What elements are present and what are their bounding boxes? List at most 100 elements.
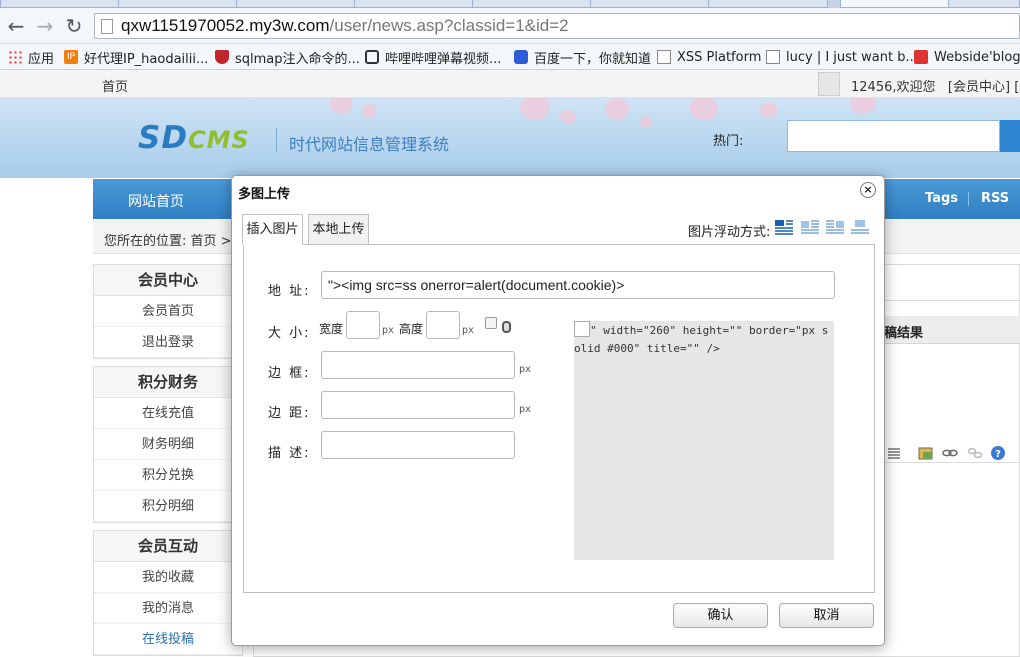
url-host: qxw1151970052.my3w.com	[121, 16, 330, 35]
lock-ratio-checkbox[interactable]	[485, 317, 497, 329]
browser-tab[interactable]	[118, 0, 238, 8]
bookmark-baidu[interactable]: 百度一下，你就知道	[514, 48, 651, 67]
url-path: /user/news.asp?classid=1&id=2	[329, 16, 569, 35]
bookmark-xss-platform[interactable]: XSS Platform	[657, 48, 761, 66]
multi-image-upload-dialog: 多图上传 × 插入图片 本地上传 图片浮动方式: 地 址: "><img src…	[231, 175, 885, 646]
sidebar-item-submit[interactable]: 在线投稿	[94, 624, 242, 655]
browser-tab[interactable]	[590, 0, 710, 8]
member-center-link[interactable]: [会员中心]	[948, 80, 1010, 95]
unlink-icon[interactable]	[967, 445, 983, 461]
nav-tags[interactable]: Tags	[925, 191, 958, 206]
float-left-icon[interactable]	[800, 219, 820, 235]
bookmark-label: lucy | I just want b...	[786, 49, 918, 65]
sidebar-item-member-home[interactable]: 会员首页	[94, 296, 242, 327]
justify-icon[interactable]	[886, 445, 902, 461]
sidebar-item-points-exchange[interactable]: 积分兑换	[94, 460, 242, 491]
bookmark-label: Webside'blog	[934, 49, 1020, 65]
browser-tab[interactable]	[708, 0, 828, 8]
decorative-blossom	[640, 116, 652, 128]
apps-grid-icon	[8, 50, 22, 64]
address-bar[interactable]: qxw1151970052.my3w.com/user/news.asp?cla…	[94, 13, 1020, 39]
logo-cms: CMS	[188, 126, 250, 154]
address-bar-url[interactable]: qxw1151970052.my3w.com/user/news.asp?cla…	[121, 16, 569, 36]
browser-tab[interactable]	[472, 0, 592, 8]
browser-tab-strip	[0, 0, 1020, 8]
topbar-home-link[interactable]: 首页	[102, 76, 128, 95]
site-topbar: 首页 12456,欢迎您 [会员中心] [退	[0, 70, 1020, 98]
sidebar-group-finance: 积分财务 在线充值 财务明细 积分兑换 积分明细	[93, 366, 243, 523]
width-unit: px	[382, 325, 395, 336]
border-unit: px	[519, 364, 532, 375]
svg-text:?: ?	[995, 449, 1001, 460]
link-icon[interactable]	[942, 445, 958, 461]
logout-link[interactable]: [退	[1014, 80, 1020, 95]
sidebar-item-recharge[interactable]: 在线充值	[94, 398, 242, 429]
site-logo[interactable]: SDCMS	[138, 120, 250, 156]
nav-home[interactable]: 网站首页	[128, 191, 184, 211]
back-arrow-icon[interactable]: ←	[4, 14, 28, 38]
browser-tab[interactable]	[0, 0, 120, 8]
border-input[interactable]	[321, 351, 515, 379]
decorative-blossom	[330, 98, 352, 114]
page-icon	[657, 50, 671, 64]
help-icon[interactable]: ?	[990, 445, 1006, 461]
sidebar-item-messages[interactable]: 我的消息	[94, 593, 242, 624]
editor-body[interactable]	[880, 462, 1020, 657]
sidebar-group-title: 会员中心	[94, 265, 242, 296]
forward-arrow-icon[interactable]: →	[33, 14, 57, 38]
shield-icon	[215, 50, 229, 64]
image-address-input[interactable]: "><img src=ss onerror=alert(document.coo…	[321, 271, 835, 299]
border-label: 边 框:	[268, 366, 311, 381]
height-label: 高度	[399, 322, 424, 336]
blog-icon	[914, 50, 928, 64]
decorative-blossom	[520, 98, 550, 120]
bookmark-label: XSS Platform	[677, 49, 762, 65]
cancel-button[interactable]: 取消	[779, 603, 874, 628]
sidebar-item-logout[interactable]: 退出登录	[94, 327, 242, 358]
float-right-icon[interactable]	[825, 219, 845, 235]
sidebar-item-finance-detail[interactable]: 财务明细	[94, 429, 242, 460]
bookmark-apps[interactable]: 应用	[8, 48, 54, 67]
browser-toolbar: ← → ↻ qxw1151970052.my3w.com/user/news.a…	[0, 8, 1020, 44]
browser-tab[interactable]	[236, 0, 356, 8]
margin-input[interactable]	[321, 391, 515, 419]
bookmark-lucy[interactable]: lucy | I just want b...	[766, 48, 918, 66]
float-none-icon[interactable]	[774, 219, 794, 235]
sidebar-group-title: 会员互动	[94, 531, 242, 562]
logo-divider	[276, 128, 277, 152]
nav-rss[interactable]: RSS	[981, 191, 1009, 206]
bookmark-label: 好代理IP_haodailii...	[84, 51, 209, 67]
page-icon	[766, 50, 780, 64]
welcome-user: 12456,欢迎您	[851, 80, 936, 95]
sidebar-group-member: 会员中心 会员首页 退出登录	[93, 264, 243, 359]
sidebar-item-points-detail[interactable]: 积分明细	[94, 491, 242, 522]
decorative-blossom	[690, 98, 718, 120]
site-tagline: 时代网站信息管理系统	[289, 135, 450, 154]
reload-icon[interactable]: ↻	[62, 14, 86, 38]
float-center-icon[interactable]	[850, 219, 870, 235]
sidebar-item-favorites[interactable]: 我的收藏	[94, 562, 242, 593]
bookmark-haodaili[interactable]: IP 好代理IP_haodailii...	[64, 48, 209, 67]
tab-local-upload[interactable]: 本地上传	[308, 214, 369, 245]
logo-sd: SD	[138, 120, 189, 156]
tab-insert-image[interactable]: 插入图片	[242, 214, 303, 245]
browser-tab-active[interactable]	[840, 0, 950, 8]
image-icon[interactable]	[918, 445, 934, 461]
description-input[interactable]	[321, 431, 515, 459]
browser-tab[interactable]	[354, 0, 474, 8]
bookmark-webside-blog[interactable]: Webside'blog	[914, 48, 1020, 66]
bookmark-bilibili[interactable]: 哔哩哔哩弹幕视频...	[365, 48, 501, 67]
search-input[interactable]	[787, 120, 1000, 152]
close-icon[interactable]: ×	[860, 182, 876, 198]
browser-tab[interactable]	[948, 0, 1020, 8]
ip-logo-icon: IP	[64, 50, 78, 64]
lock-icon	[502, 321, 511, 333]
submit-result-title: 稿结果	[884, 326, 924, 341]
sidebar-group-interaction: 会员互动 我的收藏 我的消息 在线投稿	[93, 530, 243, 656]
width-input[interactable]	[346, 311, 380, 339]
bookmark-sqlmap[interactable]: sqlmap注入命令的...	[215, 48, 360, 67]
height-input[interactable]	[426, 311, 460, 339]
page-icon	[101, 19, 113, 34]
confirm-button[interactable]: 确认	[673, 603, 768, 628]
search-button[interactable]	[1000, 120, 1020, 152]
